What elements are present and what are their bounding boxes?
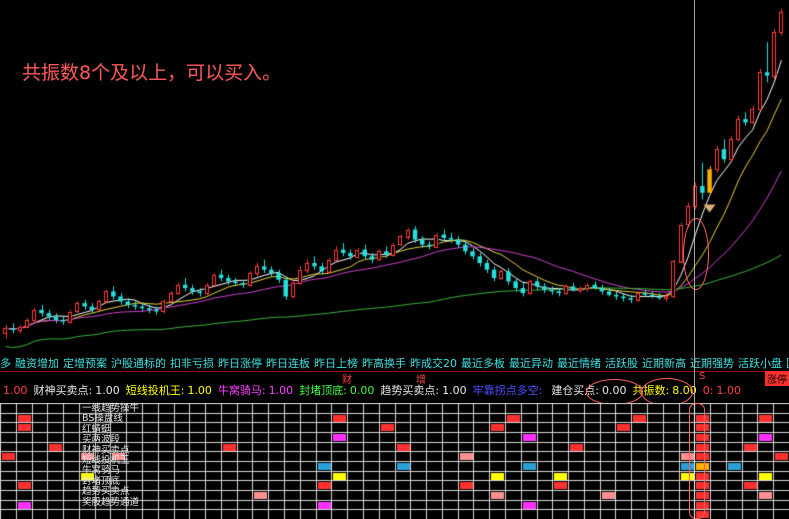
indicator-readout-bar: 1.00 财神买卖点: 1.00 短线投机王: 1.00 牛窝骑马: 1.00 封堵顶底: 0.… — [0, 382, 789, 400]
annotation-text: 共振数8个及以上，可以买入。 — [22, 62, 282, 84]
indicator-label: 牛窝骑马: — [217, 384, 266, 397]
concept-tag[interactable]: 昨成交20 — [410, 357, 457, 370]
concept-tag[interactable]: 定增预案 — [63, 357, 107, 370]
indicator-label: 封堵顶底: — [299, 384, 347, 397]
indicator-label: 牢靠拐点多空: — [472, 384, 543, 397]
indicator-value: 1.00 — [442, 384, 467, 397]
indicator-item: 牛窝骑马: 1.00 — [218, 384, 293, 397]
concept-tag[interactable]: 近期强势 — [690, 357, 734, 370]
indicator-label: 趋势买卖点: — [380, 384, 440, 397]
indicator-value: 1.00 — [3, 384, 28, 397]
grid-row-label: 牛窝骑马 — [82, 465, 121, 477]
indicator-item: 封堵顶底: 0.00 — [299, 384, 374, 397]
concept-tag[interactable]: 昨日涨停 — [218, 357, 262, 370]
concept-tag[interactable]: 最近情绪 — [557, 357, 601, 370]
indicator-item: 趋势买卖点: 1.00 — [380, 384, 466, 397]
indicator-item: 短线投机王: 1.00 — [126, 384, 212, 397]
indicator-item: 财神买卖点: 1.00 — [34, 384, 120, 397]
indicator-item: 建仓买点: 0.00 — [551, 384, 626, 397]
concept-tag[interactable]: 最近异动 — [509, 357, 553, 370]
concept-tag[interactable]: 融资增加 — [15, 357, 59, 370]
grid-row-label: 趋势买卖点 — [82, 486, 130, 498]
indicator-item: 共振数: 8.00 — [633, 384, 697, 397]
concept-tag[interactable]: 昨日上榜 — [314, 357, 358, 370]
indicator-item: 牢靠拐点多空: — [473, 384, 546, 397]
indicator-value: 0.00 — [602, 384, 627, 397]
indicator-value: 1.00 — [268, 384, 294, 397]
grid-row-label: 奖股趋势通道 — [82, 496, 140, 508]
concept-tag[interactable]: 最近多板 — [461, 357, 505, 370]
indicator-label: 财神买卖点: — [33, 384, 93, 397]
indicator-label: 共振数: — [632, 384, 670, 397]
concept-tag[interactable]: 活跃小盘 — [738, 357, 782, 370]
grid-row-label: BS操盘线 — [82, 413, 123, 425]
indicator-label: 0: — [702, 384, 714, 397]
indicator-item: 0: 1.00 — [703, 384, 741, 397]
concept-tag[interactable]: 昨高换手 — [362, 357, 406, 370]
concept-tag[interactable]: 活跃股 — [605, 357, 638, 370]
indicator-value: 1.00 — [95, 384, 120, 397]
concept-tag[interactable]: 多 — [0, 357, 11, 370]
concept-tag-bar: 多融资增加 定增预案 沪股通标的 扣非亏损 昨日涨停 昨日连板 昨日上榜 昨高换手 昨成交20 最… — [0, 356, 789, 371]
concept-tag[interactable]: 沪股通标的 — [111, 357, 166, 370]
crosshair-line — [694, 0, 695, 519]
grid-row-label: 买两波段 — [82, 434, 121, 446]
indicator-label: 建仓买点: — [551, 384, 600, 397]
concept-tag[interactable]: 扣非亏损 — [170, 357, 214, 370]
indicator-label: 短线投机王: — [125, 384, 185, 397]
event-marker: S — [699, 371, 706, 382]
concept-tag[interactable]: 昨日连板 — [266, 357, 310, 370]
concept-tag[interactable]: 近期新高 — [642, 357, 686, 370]
indicator-item: 1.00 — [0, 384, 28, 397]
indicator-value: 1.00 — [716, 384, 741, 397]
indicator-value: 1.00 — [187, 384, 212, 397]
indicator-value: 0.00 — [349, 384, 375, 397]
candlestick-chart[interactable] — [0, 0, 789, 355]
